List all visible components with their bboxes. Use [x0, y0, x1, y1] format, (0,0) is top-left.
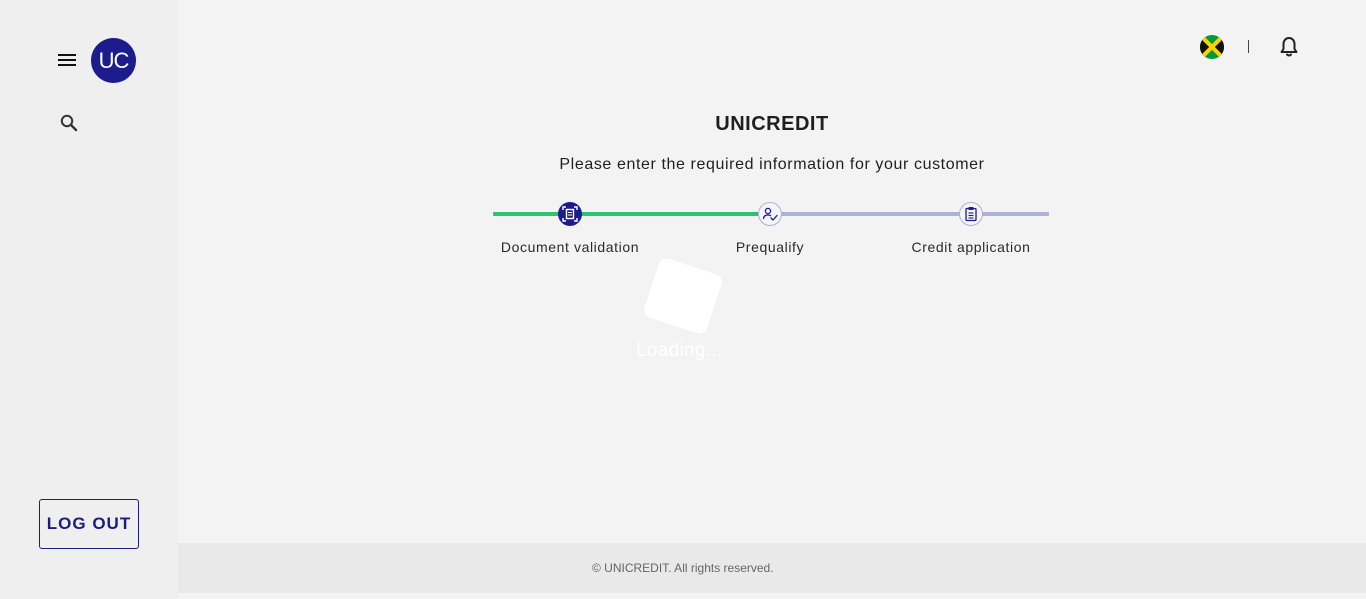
document-scan-icon [562, 206, 578, 222]
progress-stepper: Document validation Prequalify Credit ap… [493, 200, 1049, 260]
footer: © UNICREDIT. All rights reserved. [178, 543, 1366, 593]
avatar[interactable]: UC [91, 38, 136, 83]
main-content: UNICREDIT Please enter the required info… [178, 0, 1366, 543]
progress-track-completed [493, 212, 759, 216]
topbar-divider [1248, 40, 1249, 53]
page-subtitle: Please enter the required information fo… [559, 156, 985, 173]
step-2-label: Prequalify [735, 239, 805, 255]
logout-button[interactable]: LOG OUT [39, 499, 139, 549]
page-title: UNICREDIT [715, 113, 829, 135]
step-3-label: Credit application [911, 239, 1031, 255]
loading-text: Loading... [636, 340, 723, 361]
clipboard-icon [965, 207, 977, 222]
step-2-node[interactable] [758, 202, 782, 226]
avatar-initials: UC [98, 47, 130, 73]
progress-track-remaining [759, 212, 1049, 216]
search-icon[interactable] [58, 112, 80, 134]
user-check-icon [762, 207, 778, 221]
bell-icon[interactable] [1278, 36, 1300, 58]
step-1-node[interactable] [558, 202, 582, 226]
bottom-strip [178, 593, 1366, 599]
jamaica-flag-icon[interactable] [1200, 35, 1224, 59]
footer-copyright: © UNICREDIT. All rights reserved. [592, 561, 774, 575]
step-1-label: Document validation [500, 239, 640, 255]
app-root: UC LOG OUT UNICREDIT Please enter the re… [0, 0, 1366, 599]
hamburger-menu-icon[interactable] [55, 49, 79, 71]
step-3-node[interactable] [959, 202, 983, 226]
sidebar: UC LOG OUT [0, 0, 178, 599]
